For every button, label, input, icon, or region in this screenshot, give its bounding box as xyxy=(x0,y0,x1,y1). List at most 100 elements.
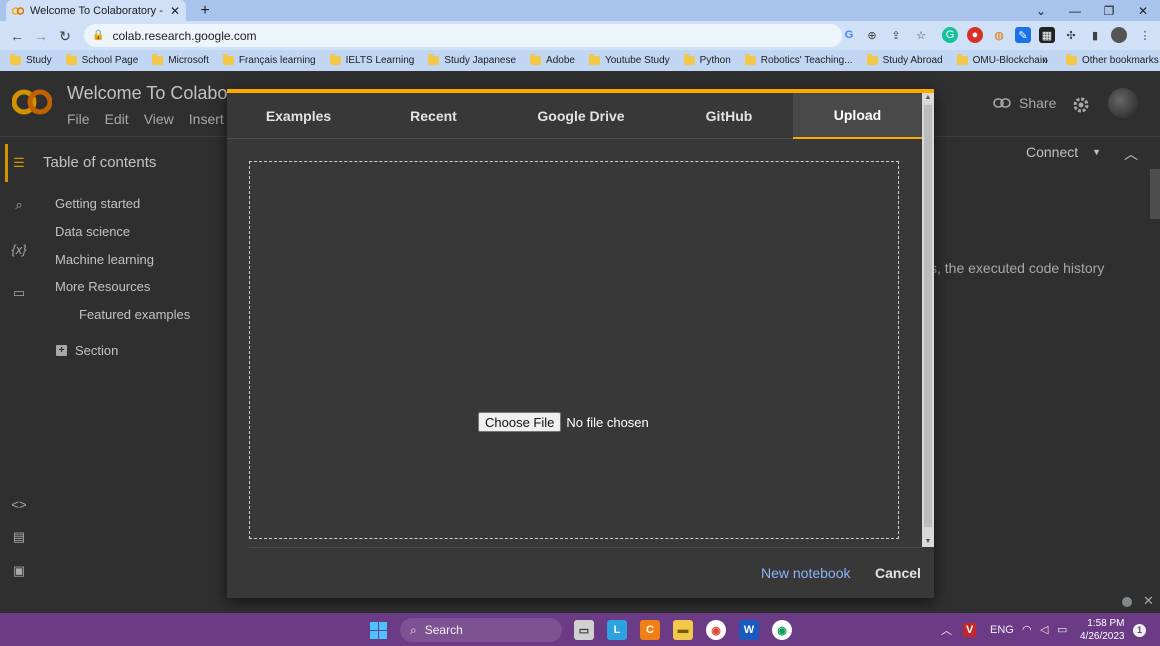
bookmark-label: Youtube Study xyxy=(604,55,670,66)
scrollbar-thumb[interactable] xyxy=(924,105,932,527)
scroll-down-icon[interactable]: ▼ xyxy=(922,537,934,547)
profile-avatar-icon[interactable] xyxy=(1111,27,1127,43)
tab-github[interactable]: GitHub xyxy=(665,93,793,139)
new-tab-button[interactable]: + xyxy=(196,0,214,21)
file-explorer-icon[interactable]: ▬ xyxy=(673,620,693,640)
chrome-profile-icon[interactable]: ◉ xyxy=(772,620,792,640)
folder-icon xyxy=(1066,54,1077,65)
notification-badge[interactable]: 1 xyxy=(1133,624,1146,637)
colab-favicon-icon xyxy=(12,6,24,15)
browser-tab-colab[interactable]: Welcome To Colaboratory - Cola ✕ xyxy=(6,0,186,21)
tab-search-icon[interactable]: ⌄ xyxy=(1024,0,1058,21)
bookmark-microsoft[interactable]: Microsoft xyxy=(152,54,209,66)
scroll-up-icon[interactable]: ▲ xyxy=(922,93,934,103)
tab-google-drive[interactable]: Google Drive xyxy=(497,93,665,139)
battery-icon[interactable]: ▭ xyxy=(1057,613,1067,646)
folder-icon xyxy=(530,54,542,65)
bookmark-ielts-learning[interactable]: IELTS Learning xyxy=(329,54,414,66)
bookmark-label: Microsoft xyxy=(168,55,209,66)
bookmark-adobe[interactable]: Adobe xyxy=(530,54,575,66)
choose-file-button[interactable]: Choose File xyxy=(478,412,562,432)
bookmarks-overflow-button[interactable]: » xyxy=(1042,50,1048,71)
address-bar[interactable]: 🔒 colab.research.google.com xyxy=(84,24,842,47)
bookmark-python[interactable]: Python xyxy=(683,54,731,66)
back-arrow-icon[interactable]: ← xyxy=(6,25,28,47)
browser-menu-icon[interactable]: ⋮ xyxy=(1137,27,1153,43)
folder-icon xyxy=(683,54,695,65)
dialog-scrollbar[interactable]: ▲ ▼ xyxy=(922,93,934,547)
folder-icon xyxy=(329,54,341,65)
tab-examples[interactable]: Examples xyxy=(227,93,370,139)
google-icon[interactable]: G xyxy=(841,27,857,43)
folder-icon xyxy=(956,54,968,65)
bookmark-label: Other bookmarks xyxy=(1082,55,1159,66)
restore-button[interactable]: ❐ xyxy=(1092,0,1126,21)
reload-icon[interactable]: ↻ xyxy=(54,25,76,47)
folder-icon xyxy=(10,54,21,65)
bookmark-robotics-teaching[interactable]: Robotics' Teaching... xyxy=(744,54,853,66)
bookmark-label: Study xyxy=(26,55,52,66)
extensions-puzzle-icon[interactable]: ✣ xyxy=(1063,27,1079,43)
extension-orange-icon[interactable]: ◍ xyxy=(991,27,1007,43)
grammarly-extension-icon[interactable]: G xyxy=(942,27,958,43)
close-window-button[interactable]: ✕ xyxy=(1126,0,1160,21)
bookmark-label: OMU-Blockchain xyxy=(972,55,1048,66)
bookmark-label: Robotics' Teaching... xyxy=(760,55,853,66)
tab-close-icon[interactable]: ✕ xyxy=(170,4,180,18)
tray-app-icon[interactable]: V xyxy=(963,613,977,646)
bookmark-omu-blockchain[interactable]: OMU-Blockchain xyxy=(956,54,1048,66)
bookmark-label: Study Japanese xyxy=(444,55,517,66)
word-icon[interactable]: W xyxy=(739,620,759,640)
tab-upload[interactable]: Upload xyxy=(793,93,922,139)
file-chooser: Choose File No file chosen xyxy=(478,412,649,432)
volume-icon[interactable]: ◁ xyxy=(1040,613,1048,646)
chrome-icon[interactable]: ◉ xyxy=(706,620,726,640)
bookmark-youtube-study[interactable]: Youtube Study xyxy=(588,54,670,66)
extension-red-icon[interactable]: ● xyxy=(967,27,983,43)
windows-start-icon[interactable] xyxy=(370,622,387,639)
windows-taskbar: ⌕ Search ▭ L C ▬ ◉ W ◉ ︿ V ENG ◠ ◁ ▭ 1:5… xyxy=(0,613,1160,646)
share-page-icon[interactable]: ⇪ xyxy=(888,27,904,43)
folder-icon xyxy=(428,54,440,65)
taskbar-search[interactable]: ⌕ Search xyxy=(400,618,562,642)
taskbar-clock[interactable]: 1:58 PM 4/26/2023 xyxy=(1080,617,1125,643)
url-text: colab.research.google.com xyxy=(112,28,257,43)
app-orange-icon[interactable]: C xyxy=(640,620,660,640)
language-indicator[interactable]: ENG xyxy=(990,613,1014,646)
forward-arrow-icon[interactable]: → xyxy=(30,25,52,47)
bookmark-study-japanese[interactable]: Study Japanese xyxy=(428,54,517,66)
bookmark-label: Python xyxy=(699,55,731,66)
open-notebook-dialog: Examples Recent Google Drive GitHub Uplo… xyxy=(227,89,934,598)
cancel-button[interactable]: Cancel xyxy=(875,565,921,581)
task-view-icon[interactable]: ▭ xyxy=(574,620,594,640)
search-icon: ⌕ xyxy=(410,622,417,637)
tray-overflow-icon[interactable]: ︿ xyxy=(941,613,952,646)
tab-recent[interactable]: Recent xyxy=(370,93,497,139)
clock-date: 4/26/2023 xyxy=(1080,631,1125,642)
browser-toolbar: ← → ↻ 🔒 colab.research.google.com G ⊕ ⇪ … xyxy=(0,21,1160,50)
bookmark-label: Adobe xyxy=(546,55,575,66)
bookmark-study[interactable]: Study xyxy=(10,54,52,66)
wifi-icon[interactable]: ◠ xyxy=(1022,613,1032,646)
bookmarks-bar: Study School Page Microsoft Français lea… xyxy=(0,50,1160,71)
extension-blue-icon[interactable]: ✎ xyxy=(1015,27,1031,43)
new-notebook-button[interactable]: New notebook xyxy=(761,565,851,581)
tab-title: Welcome To Colaboratory - Cola xyxy=(30,4,166,17)
app-l-icon[interactable]: L xyxy=(607,620,627,640)
side-panel-icon[interactable]: ▮ xyxy=(1087,27,1103,43)
browser-tab-strip: Welcome To Colaboratory - Cola ✕ + ⌄ — ❐… xyxy=(0,0,1160,21)
bookmark-school-page[interactable]: School Page xyxy=(65,54,138,66)
bookmark-study-abroad[interactable]: Study Abroad xyxy=(866,54,943,66)
other-bookmarks[interactable]: Other bookmarks xyxy=(1066,50,1159,71)
lock-icon: 🔒 xyxy=(92,30,105,41)
folder-icon xyxy=(866,54,878,65)
zoom-icon[interactable]: ⊕ xyxy=(864,27,880,43)
folder-icon xyxy=(744,54,756,65)
bookmark-francais-learning[interactable]: Français learning xyxy=(222,54,316,66)
upload-dropzone[interactable]: Choose File No file chosen xyxy=(249,161,899,539)
extension-grid-icon[interactable]: ▦ xyxy=(1039,27,1055,43)
minimize-button[interactable]: — xyxy=(1058,0,1092,21)
bookmark-star-icon[interactable]: ☆ xyxy=(913,27,929,43)
dialog-divider xyxy=(249,547,922,548)
clock-time: 1:58 PM xyxy=(1087,618,1125,629)
